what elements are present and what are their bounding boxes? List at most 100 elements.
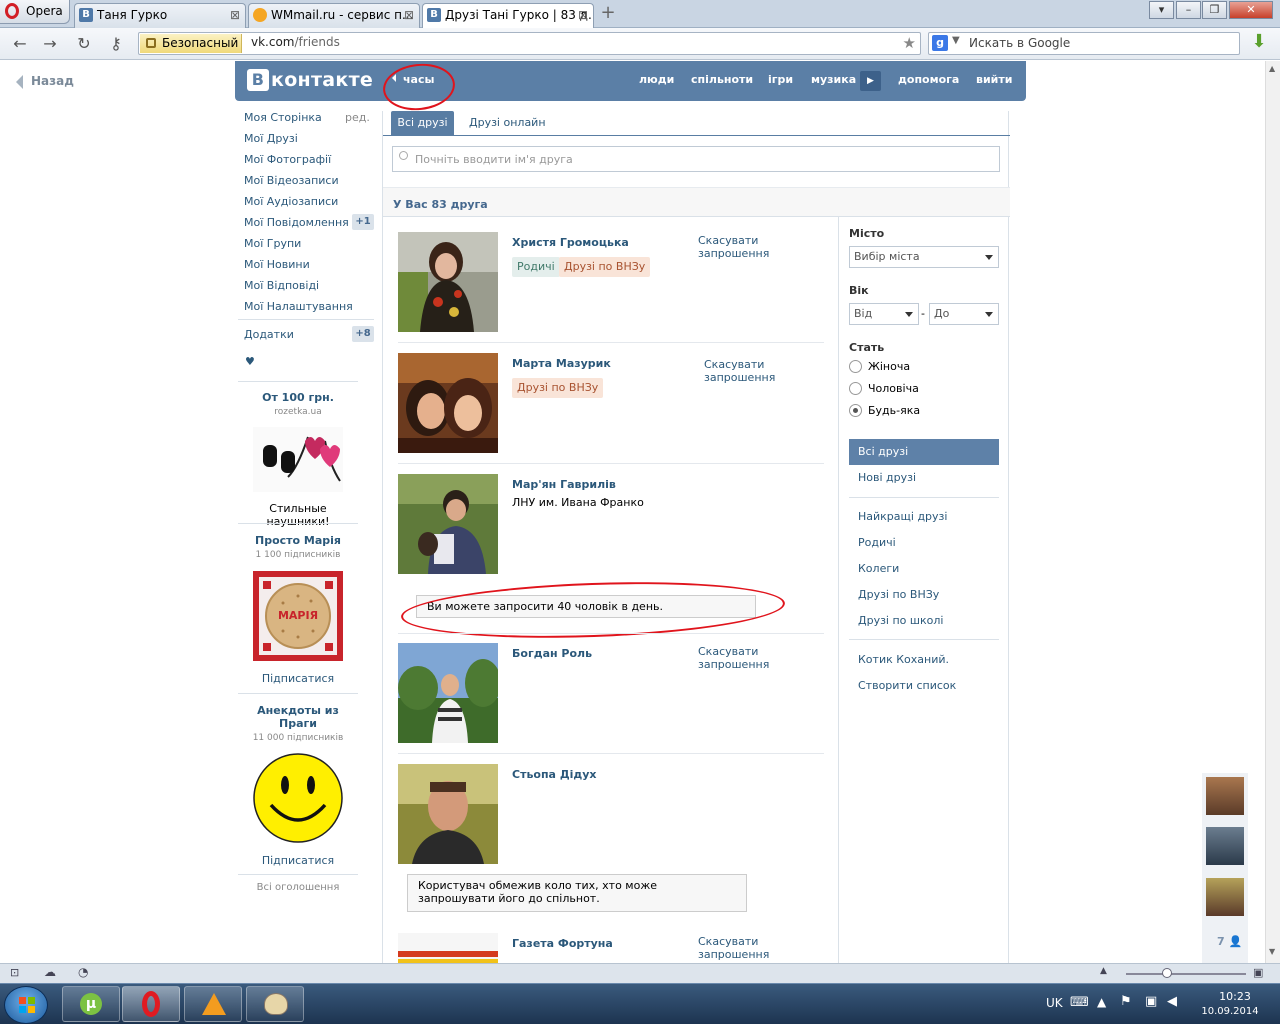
headphones-image[interactable]: [253, 427, 343, 492]
radio-any-label[interactable]: Будь-яка: [868, 404, 920, 417]
back-link[interactable]: Назад: [16, 74, 74, 89]
city-select[interactable]: Вибір міста: [849, 246, 999, 268]
url-field[interactable]: Безопасный vk.com/friends ★: [138, 32, 921, 55]
online-count[interactable]: 7 👤: [1217, 935, 1242, 948]
clock-time[interactable]: 10:23: [1200, 990, 1270, 1003]
menu-my-answers[interactable]: Мої Відповіді: [244, 279, 319, 292]
heart-icon[interactable]: ♥: [245, 355, 255, 368]
subscribe-link[interactable]: Підписатися: [238, 854, 358, 867]
friend-avatar[interactable]: [398, 353, 498, 453]
nav-people[interactable]: люди: [639, 73, 674, 86]
friend-avatar[interactable]: [398, 764, 498, 864]
friend-avatar[interactable]: [398, 643, 498, 743]
language-indicator[interactable]: UK: [1046, 996, 1063, 1010]
ad-title[interactable]: От 100 грн.: [238, 391, 358, 404]
ad-caption[interactable]: Стильные наушники!: [238, 502, 358, 528]
smiley-image[interactable]: [253, 753, 343, 843]
keyboard-icon[interactable]: ⌨: [1070, 995, 1089, 1010]
menu-my-videos[interactable]: Мої Відеозаписи: [244, 174, 339, 187]
friend-avatar[interactable]: [398, 232, 498, 332]
create-list-link[interactable]: Створити список: [858, 679, 956, 692]
radio-any[interactable]: [849, 404, 862, 417]
nav-communities[interactable]: спільноти: [691, 73, 753, 86]
radio-female-label[interactable]: Жіноча: [868, 360, 910, 373]
flag-icon[interactable]: ⚑: [1120, 994, 1132, 1009]
tab-friends[interactable]: В Друзі Тані Гурко | 83 д... ⊠: [422, 3, 594, 29]
menu-my-groups[interactable]: Мої Групи: [244, 237, 301, 250]
restore-icon[interactable]: ❐: [1202, 1, 1227, 19]
radio-male[interactable]: [849, 382, 862, 395]
menu-my-photos[interactable]: Мої Фотографії: [244, 153, 331, 166]
cancel-invite-link[interactable]: Скасувати запрошення: [698, 645, 824, 671]
menu-my-news[interactable]: Мої Новини: [244, 258, 310, 271]
url-text[interactable]: vk.com/friends: [251, 35, 340, 49]
online-friend-thumb[interactable]: [1202, 823, 1248, 869]
download-icon[interactable]: ⬇: [1249, 33, 1269, 53]
volume-icon[interactable]: ◀: [1167, 994, 1177, 1009]
minimize-icon[interactable]: –: [1176, 1, 1201, 19]
cancel-invite-link[interactable]: Скасувати запрошення: [698, 234, 824, 260]
friend-name[interactable]: Стьопа Дідух: [512, 768, 597, 781]
zoom-reset-icon[interactable]: ▣: [1253, 966, 1263, 979]
tab-wmmail[interactable]: WMmail.ru - сервис п... ⊠: [248, 3, 420, 28]
list-all-friends[interactable]: Всі друзі: [849, 439, 999, 465]
zoom-slider[interactable]: [1126, 973, 1246, 975]
list-custom[interactable]: Котик Коханий.: [858, 653, 949, 666]
nav-logout[interactable]: вийти: [976, 73, 1012, 86]
bookmark-star-icon[interactable]: ★: [903, 34, 916, 52]
radio-male-label[interactable]: Чоловіча: [868, 382, 919, 395]
paint-task[interactable]: [246, 986, 304, 1022]
opera-task[interactable]: [122, 986, 180, 1022]
list-new-friends[interactable]: Нові друзі: [858, 471, 916, 484]
panel-toggle-icon[interactable]: ⊡: [10, 966, 19, 979]
cloud-icon[interactable]: ☁: [44, 965, 56, 979]
key-icon[interactable]: ⚷: [106, 34, 126, 54]
list-university[interactable]: Друзі по ВНЗу: [858, 588, 939, 601]
play-icon[interactable]: ▶: [860, 71, 881, 91]
chevron-down-icon[interactable]: ▼: [952, 35, 960, 46]
friend-name[interactable]: Марта Мазурик: [512, 357, 611, 370]
ad-title[interactable]: Анекдоты из Праги: [238, 704, 358, 730]
scroll-thumb[interactable]: [1269, 341, 1278, 361]
cancel-invite-link[interactable]: Скасувати запрошення: [698, 935, 824, 961]
tag-university[interactable]: Друзі по ВНЗу: [559, 257, 651, 277]
tab-list-icon[interactable]: ▾: [1149, 1, 1174, 19]
google-icon[interactable]: g: [932, 35, 948, 51]
speed-dial-icon[interactable]: ◔: [78, 965, 88, 979]
subscribe-link[interactable]: Підписатися: [238, 672, 358, 685]
nav-games[interactable]: ігри: [768, 73, 793, 86]
tag-university[interactable]: Друзі по ВНЗу: [512, 378, 604, 398]
list-relatives[interactable]: Родичі: [858, 536, 896, 549]
menu-my-friends[interactable]: Мої Друзі: [244, 132, 298, 145]
ad-title[interactable]: Просто Марія: [238, 534, 358, 547]
age-from-select[interactable]: Від: [849, 303, 919, 325]
vk-logo[interactable]: Вконтакте: [247, 69, 373, 91]
tab-tanya-gurko[interactable]: В Таня Гурко ⊠: [74, 3, 246, 28]
scroll-up-icon[interactable]: ▲: [1269, 64, 1275, 73]
friend-name[interactable]: Богдан Роль: [512, 647, 592, 660]
menu-edit-link[interactable]: ред.: [345, 111, 370, 124]
messages-badge[interactable]: +1: [352, 214, 374, 230]
back-icon[interactable]: ←: [10, 34, 30, 54]
menu-apps[interactable]: Додатки: [244, 328, 294, 341]
aimp-task[interactable]: [184, 986, 242, 1022]
scroll-down-icon[interactable]: ▼: [1269, 947, 1275, 956]
friend-name[interactable]: Мар'ян Гаврилів: [512, 478, 616, 491]
page-scrollbar[interactable]: ▲ ▼: [1265, 61, 1280, 963]
utorrent-task[interactable]: µ: [62, 986, 120, 1022]
friend-name[interactable]: Христя Громоцька: [512, 236, 629, 249]
close-icon[interactable]: ⊠: [578, 4, 588, 26]
menu-my-settings[interactable]: Мої Налаштування: [244, 300, 353, 313]
all-ads-link[interactable]: Всі оголошення: [238, 882, 358, 893]
start-button[interactable]: [4, 986, 48, 1024]
window-close-icon[interactable]: ✕: [1229, 1, 1273, 19]
apps-badge[interactable]: +8: [352, 326, 374, 342]
friend-avatar[interactable]: [398, 474, 498, 574]
cancel-invite-link[interactable]: Скасувати запрошення: [704, 358, 784, 384]
reload-icon[interactable]: ↻: [74, 34, 94, 54]
menu-my-messages[interactable]: Мої Повідомлення: [244, 216, 349, 229]
list-best-friends[interactable]: Найкращі друзі: [858, 510, 947, 523]
friend-search-input[interactable]: Почніть вводити ім'я друга: [392, 146, 1000, 172]
close-icon[interactable]: ⊠: [404, 4, 414, 26]
radio-female[interactable]: [849, 360, 862, 373]
